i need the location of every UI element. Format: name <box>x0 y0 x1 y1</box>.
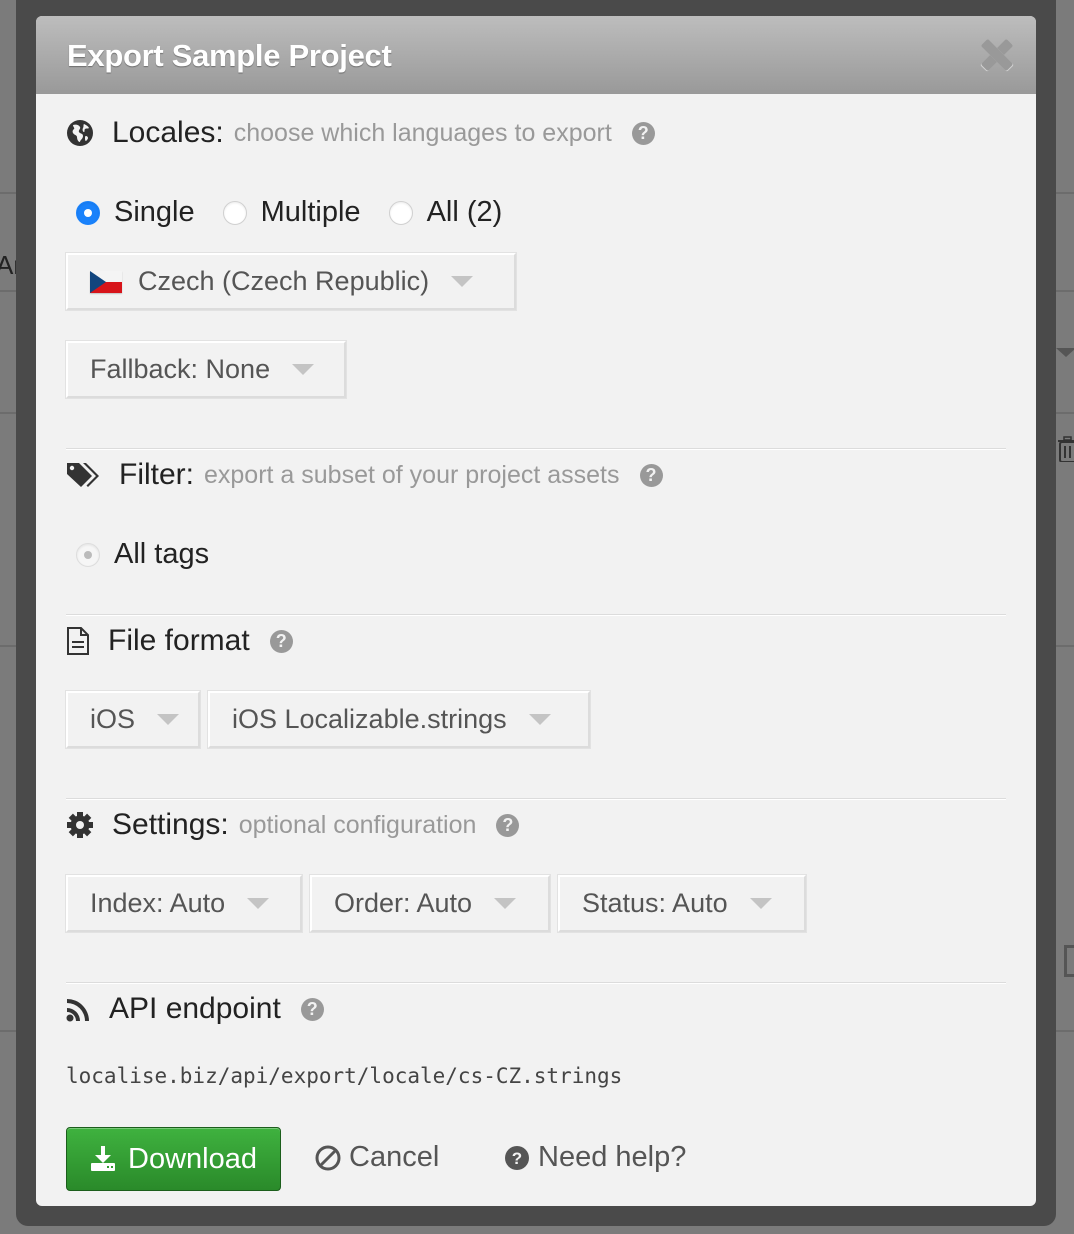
download-label: Download <box>128 1142 257 1175</box>
radio-all-tags-label[interactable]: All tags <box>114 538 209 571</box>
radio-all[interactable] <box>388 200 413 225</box>
download-button[interactable]: Download <box>66 1127 281 1191</box>
radio-single[interactable] <box>76 200 100 225</box>
api-help-icon[interactable]: ? <box>300 997 324 1021</box>
locale-select[interactable]: Czech (Czech Republic) <box>66 253 516 310</box>
file-format-help-icon[interactable]: ? <box>269 629 293 653</box>
file-text-icon <box>67 627 89 655</box>
file-format-title: File format <box>108 624 250 657</box>
index-select-value: Index: Auto <box>90 888 226 918</box>
filter-help-icon[interactable]: ? <box>639 463 663 487</box>
locales-title: Locales: <box>112 116 224 149</box>
locales-header: Locales: choose which languages to expor… <box>66 116 655 150</box>
section-divider <box>66 448 1006 450</box>
need-help-label: Need help? <box>538 1141 687 1173</box>
chevron-down-icon <box>157 714 180 725</box>
section-divider <box>66 798 1006 800</box>
cancel-button[interactable]: Cancel <box>315 1141 439 1174</box>
close-icon[interactable] <box>980 38 1014 72</box>
chevron-down-icon <box>292 364 315 375</box>
ban-icon <box>315 1145 341 1170</box>
dialog-title: Export Sample Project <box>67 38 392 73</box>
settings-help-icon[interactable]: ? <box>496 813 520 837</box>
status-select[interactable]: Status: Auto <box>558 875 806 932</box>
tags-icon <box>67 463 99 487</box>
bg-checkbox <box>1064 945 1074 977</box>
bg-caret-icon <box>1056 348 1074 357</box>
api-title: API endpoint <box>109 992 281 1025</box>
globe-icon <box>67 120 93 146</box>
chevron-down-icon <box>528 714 551 725</box>
api-header: API endpoint ? <box>66 992 324 1026</box>
radio-all-label[interactable]: All (2) <box>427 196 503 229</box>
file-format-header: File format ? <box>66 624 293 658</box>
fallback-select-value: Fallback: None <box>90 354 271 384</box>
cancel-label: Cancel <box>349 1141 440 1173</box>
locale-mode-group: Single Multiple All (2) <box>76 196 530 229</box>
radio-single-label[interactable]: Single <box>114 196 195 229</box>
settings-title: Settings: <box>112 808 229 841</box>
section-divider <box>66 982 1006 984</box>
filter-subtitle: export a subset of your project assets <box>204 460 620 489</box>
export-dialog: Export Sample Project Locales: choose wh… <box>36 16 1036 1206</box>
radio-all-tags[interactable] <box>76 542 100 567</box>
format-select[interactable]: iOS Localizable.strings <box>208 691 590 748</box>
index-select[interactable]: Index: Auto <box>66 875 302 932</box>
platform-select[interactable]: iOS <box>66 691 200 748</box>
settings-header: Settings: optional configuration ? <box>66 808 520 842</box>
locales-subtitle: choose which languages to export <box>233 118 612 147</box>
chevron-down-icon <box>247 898 270 909</box>
chevron-down-icon <box>749 898 772 909</box>
filter-tags-group: All tags <box>76 538 237 571</box>
status-select-value: Status: Auto <box>582 888 728 918</box>
settings-subtitle: optional configuration <box>238 810 477 839</box>
section-divider <box>66 614 1006 616</box>
chevron-down-icon <box>494 898 517 909</box>
api-endpoint-url[interactable]: localise.biz/api/export/locale/cs-CZ.str… <box>66 1064 622 1088</box>
question-circle-icon: ? <box>505 1145 529 1170</box>
order-select[interactable]: Order: Auto <box>310 875 550 932</box>
filter-title: Filter: <box>119 458 194 491</box>
dialog-header: Export Sample Project <box>36 16 1036 94</box>
locales-help-icon[interactable]: ? <box>631 121 655 145</box>
filter-header: Filter: export a subset of your project … <box>66 458 663 492</box>
chevron-down-icon <box>451 276 474 287</box>
platform-select-value: iOS <box>90 704 136 734</box>
radio-multiple-label[interactable]: Multiple <box>261 196 361 229</box>
gear-icon <box>67 812 93 838</box>
svg-text:?: ? <box>512 1149 522 1168</box>
download-icon <box>91 1146 115 1171</box>
locale-select-value: Czech (Czech Republic) <box>138 266 430 296</box>
rss-icon <box>66 999 89 1022</box>
radio-multiple[interactable] <box>222 200 247 225</box>
trash-icon <box>1058 436 1074 462</box>
order-select-value: Order: Auto <box>334 888 473 918</box>
need-help-link[interactable]: ? Need help? <box>504 1141 686 1174</box>
cz-flag-icon <box>90 270 122 293</box>
format-select-value: iOS Localizable.strings <box>232 704 507 734</box>
fallback-select[interactable]: Fallback: None <box>66 341 346 398</box>
